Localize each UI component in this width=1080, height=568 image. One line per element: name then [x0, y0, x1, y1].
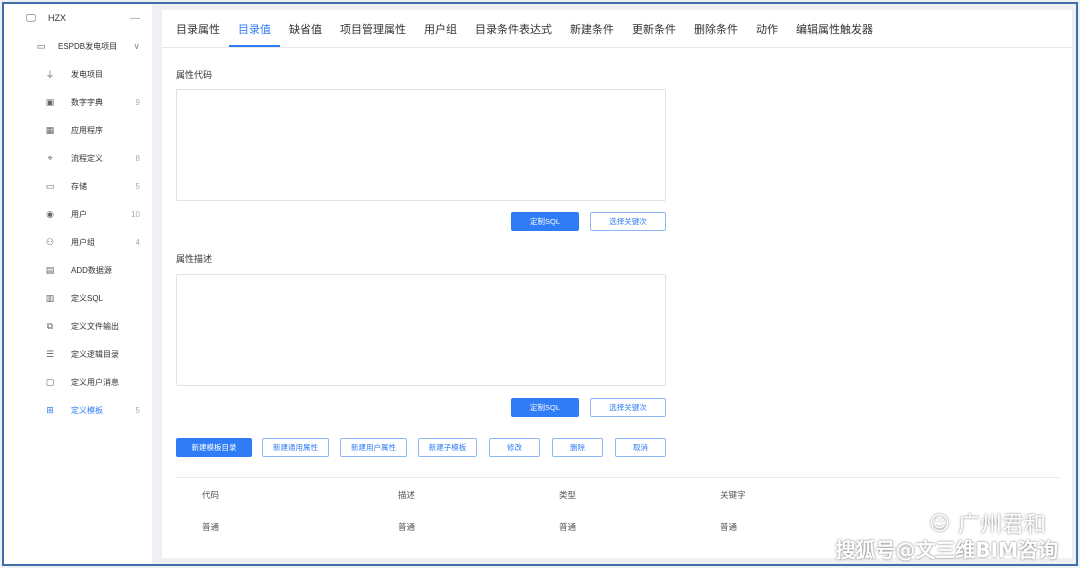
- message-icon: ▢: [45, 376, 55, 387]
- sidebar-root-label: HZX: [48, 13, 66, 23]
- sidebar-item-4[interactable]: ▭ 存储 5: [4, 172, 152, 200]
- tab-1[interactable]: 目录值: [229, 9, 280, 47]
- column-header-code: 代码: [202, 489, 220, 500]
- sidebar-item-11[interactable]: ▢ 定义用户消息: [4, 368, 152, 396]
- sidebar-item-8[interactable]: ▥ 定义SQL: [4, 284, 152, 312]
- user-group-icon: ⚇: [45, 236, 55, 247]
- cancel-button[interactable]: 取消: [615, 438, 666, 457]
- tab-9[interactable]: 动作: [747, 9, 787, 47]
- chart-icon: ▭: [36, 40, 46, 51]
- tab-4[interactable]: 用户组: [415, 9, 466, 47]
- sidebar-group-espdb[interactable]: ▭ ESPDB发电项目 ∨: [4, 32, 152, 60]
- tab-3[interactable]: 项目管理属性: [331, 9, 415, 47]
- app-window: 🖵 HZX — ▭ ESPDB发电项目 ∨ ⏚ 发电项目 ▣ 数字字典 9 ▦ 应用程序 ⌖ 流…: [2, 2, 1078, 566]
- sidebar-item-2[interactable]: ▦ 应用程序: [4, 116, 152, 144]
- main-panel: 目录属性 目录值 缺省值 项目管理属性 用户组 目录条件表达式 新建条件 更新条件 删除条件 动作…: [162, 10, 1072, 558]
- sidebar-item-label: 流程定义: [71, 153, 103, 163]
- tab-8[interactable]: 删除条件: [685, 9, 747, 47]
- sidebar-item-label: 应用程序: [71, 125, 103, 135]
- sidebar-item-label: 定义文件输出: [71, 321, 119, 331]
- list-icon: ☰: [45, 348, 55, 359]
- sidebar: 🖵 HZX — ▭ ESPDB发电项目 ∨ ⏚ 发电项目 ▣ 数字字典 9 ▦ 应用程序 ⌖ 流…: [4, 4, 152, 564]
- sidebar-item-label: 数字字典: [71, 97, 103, 107]
- sidebar-item-count: 4: [135, 237, 140, 247]
- delete-button[interactable]: 删除: [552, 438, 603, 457]
- sidebar-group-label: ESPDB发电项目: [58, 41, 118, 51]
- sidebar-item-label: 定义用户消息: [71, 377, 119, 387]
- sidebar-item-label: 定义逻辑目录: [71, 349, 119, 359]
- plug-icon: ⏚: [45, 69, 55, 80]
- table-cell-desc: 普通: [398, 522, 416, 532]
- tab-0[interactable]: 目录属性: [176, 9, 229, 47]
- sidebar-item-label: 用户: [71, 209, 87, 219]
- sidebar-item-5[interactable]: ◉ 用户 10: [4, 200, 152, 228]
- attribute-desc-textarea[interactable]: [176, 274, 666, 386]
- template-icon: ⊞: [46, 404, 54, 415]
- tab-5[interactable]: 目录条件表达式: [466, 9, 561, 47]
- sidebar-item-12[interactable]: ⊞ 定义模板 5: [4, 396, 152, 424]
- watermark-source: 搜狐号@文三维BIM咨询: [835, 538, 1058, 562]
- flow-icon: ⌖: [47, 152, 53, 163]
- sidebar-item-7[interactable]: ▤ ADD数据源: [4, 256, 152, 284]
- sidebar-item-10[interactable]: ☰ 定义逻辑目录: [4, 340, 152, 368]
- chevron-down-icon[interactable]: ∨: [133, 41, 140, 52]
- sidebar-item-count: 5: [135, 405, 140, 415]
- sidebar-item-label: 用户组: [71, 237, 95, 247]
- attribute-code-textarea[interactable]: [176, 89, 666, 201]
- tab-2[interactable]: 缺省值: [280, 9, 331, 47]
- user-icon: ◉: [46, 208, 54, 219]
- sidebar-item-label: 存储: [71, 181, 87, 191]
- edit-button[interactable]: 修改: [489, 438, 540, 457]
- collapse-icon[interactable]: —: [130, 13, 140, 24]
- sql-icon: ▥: [45, 292, 55, 303]
- select-keyword-button-2[interactable]: 选择关键次: [590, 398, 666, 417]
- sidebar-item-label: 定义SQL: [71, 293, 104, 303]
- sidebar-item-count: 8: [135, 153, 140, 163]
- table-cell-keyword: 普通: [720, 522, 738, 532]
- sidebar-item-label: 定义模板: [71, 405, 103, 415]
- sidebar-item-9[interactable]: ⧉ 定义文件输出: [4, 312, 152, 340]
- sidebar-item-count: 10: [131, 209, 140, 219]
- grid-icon: ▦: [45, 124, 55, 135]
- dictionary-icon: ▣: [45, 96, 55, 107]
- define-sql-button-1[interactable]: 定制SQL: [511, 212, 579, 231]
- tab-bar: 目录属性 目录值 缺省值 项目管理属性 用户组 目录条件表达式 新建条件 更新条件 删除条件 动作…: [162, 10, 1072, 48]
- sidebar-item-label: ADD数据源: [71, 265, 112, 275]
- tab-6[interactable]: 新建条件: [561, 9, 623, 47]
- column-header-type: 类型: [559, 489, 577, 500]
- monitor-icon: 🖵: [26, 12, 36, 24]
- column-header-desc: 描述: [398, 489, 416, 500]
- column-header-keyword: 关键字: [720, 489, 746, 500]
- sidebar-root[interactable]: 🖵 HZX —: [4, 4, 152, 32]
- table-cell-type: 普通: [559, 522, 577, 532]
- new-user-attr-button[interactable]: 新建用户属性: [340, 438, 407, 457]
- attribute-code-label: 属性代码: [176, 70, 213, 80]
- tab-7[interactable]: 更新条件: [623, 9, 685, 47]
- file-output-icon: ⧉: [46, 320, 54, 331]
- table-header: 代码 描述 类型 关键字: [176, 477, 1060, 511]
- sidebar-item-0[interactable]: ⏚ 发电项目: [4, 60, 152, 88]
- sidebar-item-1[interactable]: ▣ 数字字典 9: [4, 88, 152, 116]
- new-template-dir-button[interactable]: 新建模板目录: [176, 438, 252, 457]
- select-keyword-button-1[interactable]: 选择关键次: [590, 212, 666, 231]
- new-common-attr-button[interactable]: 新建通用属性: [262, 438, 329, 457]
- tab-10[interactable]: 编辑属性触发器: [787, 9, 882, 47]
- sidebar-item-6[interactable]: ⚇ 用户组 4: [4, 228, 152, 256]
- sidebar-item-label: 发电项目: [71, 69, 103, 79]
- wechat-icon: ☺: [929, 511, 950, 535]
- attribute-desc-label: 属性描述: [176, 254, 213, 264]
- sidebar-item-3[interactable]: ⌖ 流程定义 8: [4, 144, 152, 172]
- sidebar-item-count: 5: [135, 181, 140, 191]
- define-sql-button-2[interactable]: 定制SQL: [511, 398, 579, 417]
- datasource-icon: ▤: [45, 264, 55, 275]
- table-cell-code: 普通: [202, 522, 220, 532]
- storage-icon: ▭: [45, 180, 55, 191]
- new-child-template-button[interactable]: 新建子模板: [418, 438, 477, 457]
- sidebar-item-count: 9: [135, 97, 140, 107]
